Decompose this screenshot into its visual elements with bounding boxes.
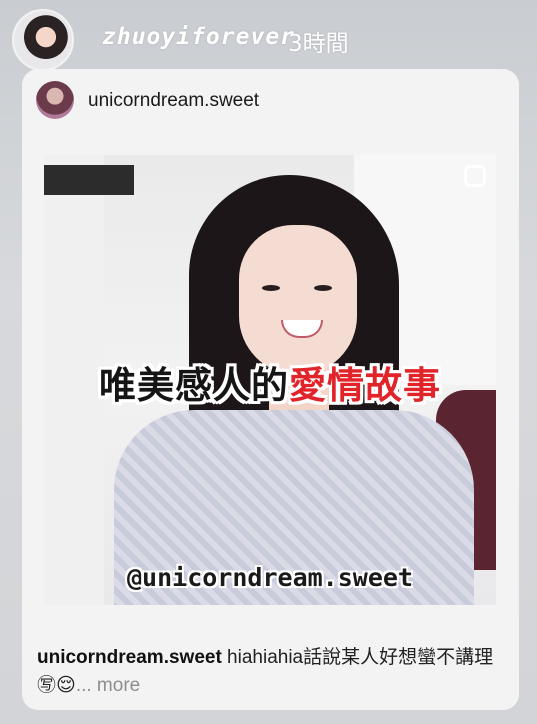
post-caption: unicorndream.sweet hiahiahia話說某人好想蠻不講理㊢😌…: [37, 644, 507, 700]
story-avatar[interactable]: [12, 9, 74, 71]
background-window: [44, 165, 134, 195]
subject-face: [239, 225, 357, 375]
story-timestamp: 3時間: [288, 31, 349, 57]
post-author-avatar[interactable]: [36, 81, 74, 119]
shared-post-card[interactable]: unicorndream.sweet 唯美感人的愛情故事 @unicorndre…: [22, 69, 519, 710]
subject-eye: [314, 285, 332, 291]
overlay-title-red: 愛情故事: [289, 364, 441, 407]
subject-eye: [262, 285, 280, 291]
image-overlay-title: 唯美感人的愛情故事: [44, 355, 496, 409]
image-watermark: @unicorndream.sweet: [127, 563, 413, 592]
multi-post-icon: [464, 165, 486, 187]
story-username[interactable]: zhuoyiforever: [102, 24, 295, 50]
overlay-title-black: 唯美感人的: [99, 364, 289, 407]
post-image[interactable]: 唯美感人的愛情故事 @unicorndream.sweet: [44, 155, 496, 605]
story-header: zhuoyiforever 3時間: [0, 0, 537, 76]
caption-more-link[interactable]: ... more: [76, 675, 140, 696]
caption-username[interactable]: unicorndream.sweet: [37, 647, 222, 668]
post-author-username[interactable]: unicorndream.sweet: [88, 90, 259, 112]
